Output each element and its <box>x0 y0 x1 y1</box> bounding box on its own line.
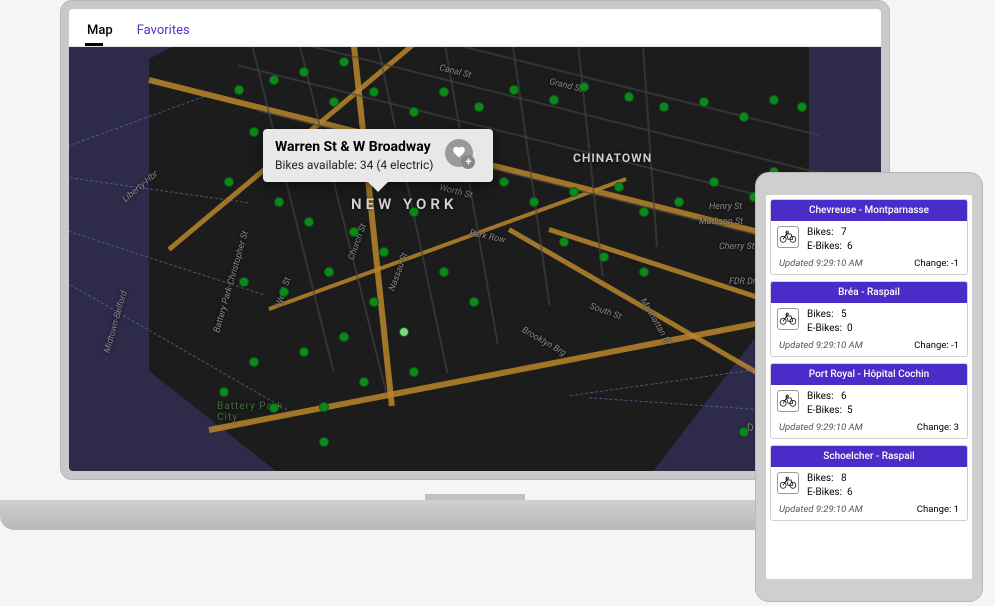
tablet-frame: Chevreuse - Montparnasse Bikes: 7 E-Bike… <box>755 172 983 602</box>
favorite-change: Change: -1 <box>914 258 959 269</box>
tab-favorites[interactable]: Favorites <box>135 17 192 46</box>
bike-icon <box>777 308 799 330</box>
station-marker[interactable] <box>304 217 314 227</box>
favorite-card[interactable]: Port Royal - Hôpital Cochin Bikes: 6 E-B… <box>770 363 968 439</box>
map-label-chinatown: CHINATOWN <box>573 151 652 165</box>
station-marker[interactable] <box>409 207 419 217</box>
station-marker[interactable] <box>439 87 449 97</box>
favorite-change: Change: 3 <box>917 422 959 433</box>
favorite-card-stats: Bikes: 5 E-Bikes: 0 <box>807 308 853 336</box>
favorite-card-stats: Bikes: 6 E-Bikes: 5 <box>807 390 853 418</box>
map-label-newyork: NEW YORK <box>351 195 457 213</box>
station-marker[interactable] <box>739 112 749 122</box>
popup-subtitle: Bikes available: 34 (4 electric) <box>275 158 433 172</box>
station-marker[interactable] <box>769 95 779 105</box>
street-label: Cherry St <box>719 242 755 252</box>
station-marker[interactable] <box>249 357 259 367</box>
station-marker[interactable] <box>614 182 624 192</box>
favorite-card-title: Bréa - Raspail <box>771 282 967 303</box>
favorite-updated: Updated 9:29:10 AM <box>779 258 863 269</box>
favorites-panel[interactable]: Chevreuse - Montparnasse Bikes: 7 E-Bike… <box>766 195 972 579</box>
favorite-card[interactable]: Chevreuse - Montparnasse Bikes: 7 E-Bike… <box>770 199 968 275</box>
station-marker[interactable] <box>269 75 279 85</box>
station-marker[interactable] <box>579 82 589 92</box>
street-label: FDR Dr <box>729 277 756 287</box>
station-marker[interactable] <box>639 267 649 277</box>
station-marker[interactable] <box>699 97 709 107</box>
station-marker[interactable] <box>319 402 329 412</box>
station-marker[interactable] <box>369 87 379 97</box>
station-marker[interactable] <box>249 127 259 137</box>
station-marker[interactable] <box>624 92 634 102</box>
station-marker[interactable] <box>599 252 609 262</box>
station-marker[interactable] <box>797 102 807 112</box>
station-marker[interactable] <box>559 237 569 247</box>
station-marker[interactable] <box>324 267 334 277</box>
station-popup: Warren St & W Broadway Bikes available: … <box>263 129 493 182</box>
station-marker[interactable] <box>339 332 349 342</box>
street-label: Henry St <box>709 202 742 212</box>
favorite-updated: Updated 9:29:10 AM <box>779 504 863 515</box>
station-marker[interactable] <box>339 57 349 67</box>
bike-icon <box>777 472 799 494</box>
station-marker[interactable] <box>349 227 359 237</box>
favorite-card-title: Port Royal - Hôpital Cochin <box>771 364 967 385</box>
station-marker[interactable] <box>469 297 479 307</box>
station-marker[interactable] <box>219 387 229 397</box>
favorite-card[interactable]: Schoelcher - Raspail Bikes: 8 E-Bikes: 6… <box>770 445 968 521</box>
station-marker[interactable] <box>569 187 579 197</box>
station-marker[interactable] <box>299 67 309 77</box>
station-marker[interactable] <box>639 207 649 217</box>
station-marker[interactable] <box>329 97 339 107</box>
favorite-updated: Updated 9:29:10 AM <box>779 422 863 433</box>
station-marker[interactable] <box>299 347 309 357</box>
plus-icon: + <box>461 155 475 169</box>
station-marker[interactable] <box>509 85 519 95</box>
favorite-card-stats: Bikes: 8 E-Bikes: 6 <box>807 472 853 500</box>
station-marker[interactable] <box>224 177 234 187</box>
station-marker[interactable] <box>409 367 419 377</box>
station-marker[interactable] <box>279 287 289 297</box>
station-marker[interactable] <box>409 107 419 117</box>
favorite-card-title: Schoelcher - Raspail <box>771 446 967 467</box>
tab-map[interactable]: Map <box>85 17 115 46</box>
station-marker[interactable] <box>474 102 484 112</box>
favorite-card[interactable]: Bréa - Raspail Bikes: 5 E-Bikes: 0 Updat… <box>770 281 968 357</box>
tab-bar: Map Favorites <box>69 9 881 47</box>
station-marker[interactable] <box>369 297 379 307</box>
favorite-change: Change: -1 <box>914 340 959 351</box>
bike-icon <box>777 390 799 412</box>
station-marker[interactable] <box>674 197 684 207</box>
station-marker[interactable] <box>274 197 284 207</box>
station-marker[interactable] <box>499 177 509 187</box>
favorite-button[interactable]: + <box>445 139 473 167</box>
station-marker[interactable] <box>239 277 249 287</box>
bike-icon <box>777 226 799 248</box>
favorite-card-title: Chevreuse - Montparnasse <box>771 200 967 221</box>
station-marker[interactable] <box>439 267 449 277</box>
station-marker[interactable] <box>659 102 669 112</box>
station-marker[interactable] <box>359 377 369 387</box>
station-marker[interactable] <box>234 85 244 95</box>
station-marker[interactable] <box>269 403 279 413</box>
station-marker[interactable] <box>549 95 559 105</box>
station-marker[interactable] <box>529 197 539 207</box>
station-marker[interactable] <box>379 247 389 257</box>
station-marker[interactable] <box>739 427 749 437</box>
street-label: Madison St <box>699 217 743 227</box>
station-marker[interactable] <box>319 437 329 447</box>
favorite-card-stats: Bikes: 7 E-Bikes: 6 <box>807 226 853 254</box>
station-marker[interactable] <box>399 327 409 337</box>
station-marker[interactable] <box>709 177 719 187</box>
popup-title: Warren St & W Broadway <box>275 139 433 155</box>
favorite-updated: Updated 9:29:10 AM <box>779 340 863 351</box>
favorite-change: Change: 1 <box>917 504 959 515</box>
